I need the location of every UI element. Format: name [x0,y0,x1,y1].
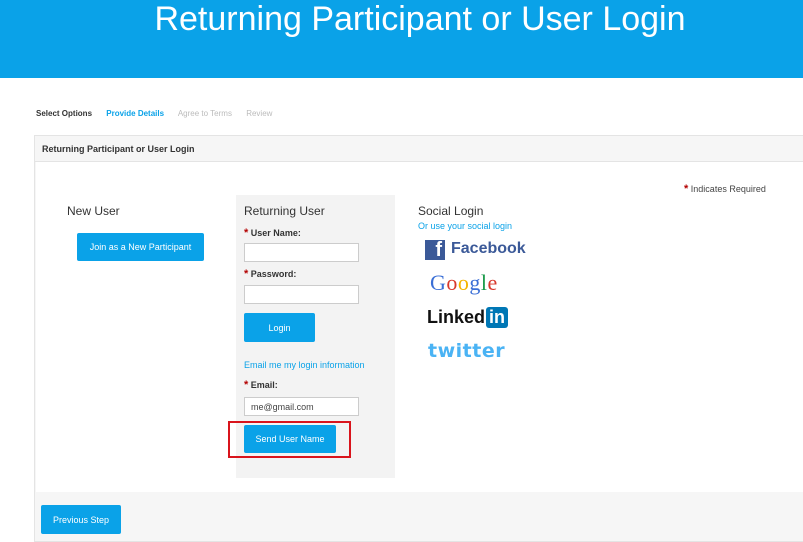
password-label-text: Password: [250,269,297,279]
highlight-box [228,421,351,458]
step-agree-to-terms: Agree to Terms [177,109,232,118]
google-letter: g [469,270,481,295]
previous-step-button[interactable]: Previous Step [41,505,121,534]
twitter-login-button[interactable]: twitter [428,340,505,362]
linkedin-icon: in [486,307,509,328]
google-letter: o [457,270,470,295]
google-letter: o [446,270,458,295]
step-provide-details[interactable]: Provide Details [106,109,164,118]
email-login-info-link[interactable]: Email me my login information [244,360,365,370]
social-login-subtitle: Or use your social login [418,221,513,231]
email-required-star: * [244,379,249,391]
username-label: * User Name: [244,227,301,239]
email-label: * Email: [244,379,278,391]
login-panel: Returning Participant or User Login [34,135,803,542]
required-note-text: Indicates Required [690,184,766,194]
page-banner: Returning Participant or User Login [0,0,803,78]
email-label-text: Email: [250,380,278,390]
username-required-star: * [244,227,249,239]
google-login-button[interactable]: Google [430,270,498,296]
google-letter: l [480,270,488,295]
step-review: Review [246,109,273,118]
panel-title: Returning Participant or User Login [42,144,195,154]
required-star: * [684,183,689,195]
password-required-star: * [244,268,249,280]
username-label-text: User Name: [250,228,301,238]
username-input[interactable] [244,243,359,262]
linkedin-login-button[interactable]: Linked in [427,307,509,328]
returning-user-title: Returning User [244,204,325,218]
email-input[interactable]: me@gmail.com [244,397,359,416]
new-user-title: New User [67,204,120,218]
required-note: * Indicates Required [684,183,766,195]
login-button[interactable]: Login [244,313,315,342]
step-select-options[interactable]: Select Options [36,109,92,118]
page-title: Returning Participant or User Login [154,0,686,38]
facebook-login-button[interactable]: Facebook [451,240,526,258]
google-letter: e [487,270,498,295]
social-login-title: Social Login [418,204,484,218]
google-letter: G [430,270,447,295]
password-label: * Password: [244,268,296,280]
progress-steps: Select Options Provide Details Agree to … [36,109,284,118]
linkedin-text: Linked [427,307,486,327]
password-input[interactable] [244,285,359,304]
panel-header: Returning Participant or User Login [35,136,803,162]
facebook-icon[interactable]: f [425,240,445,260]
join-new-participant-button[interactable]: Join as a New Participant [77,233,204,261]
